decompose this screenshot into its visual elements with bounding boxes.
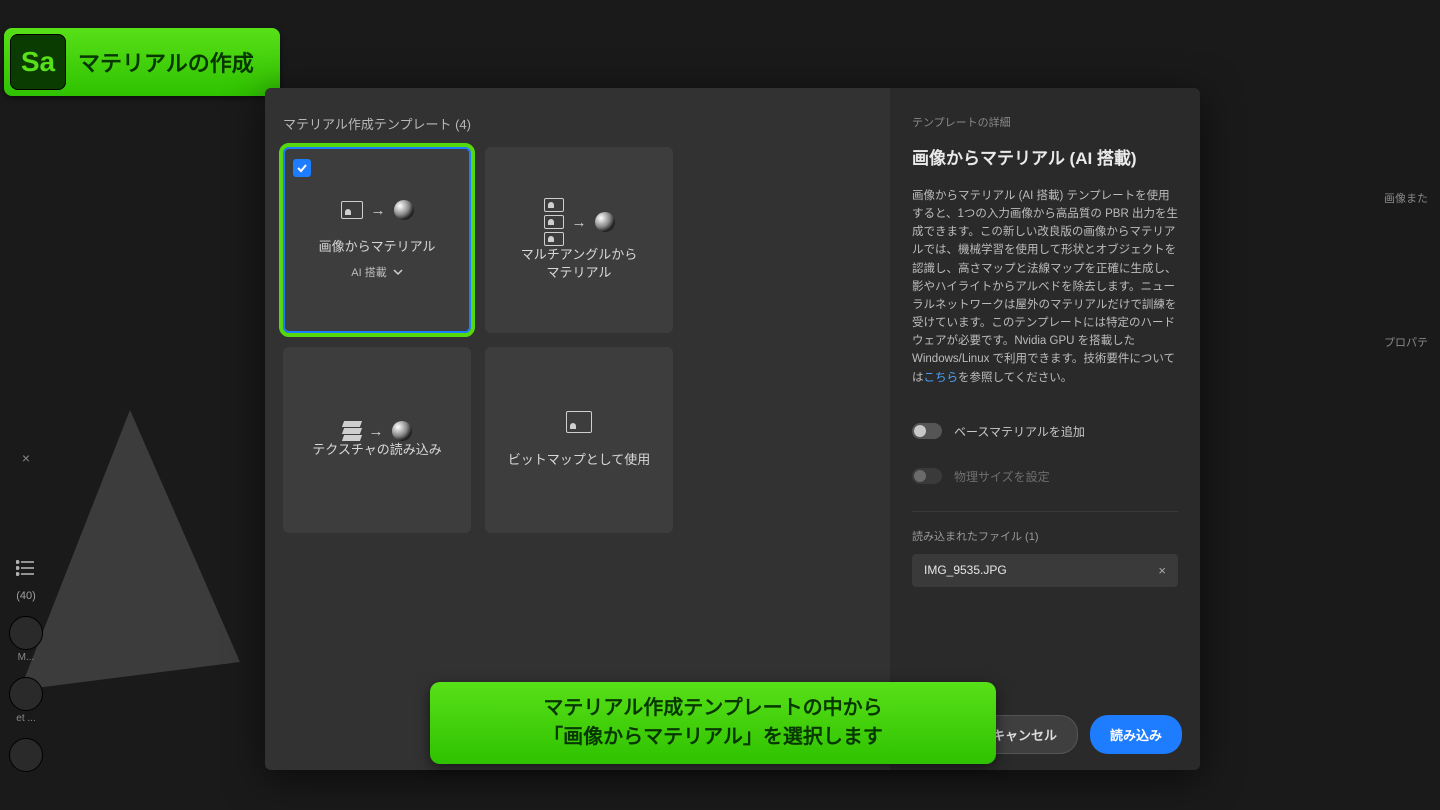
details-title: 画像からマテリアル (AI 搭載) [912, 144, 1178, 169]
file-chip: IMG_9535.JPG × [912, 554, 1178, 587]
toggle-physical-size: 物理サイズを設定 [912, 468, 1178, 485]
list-icon[interactable] [16, 560, 36, 576]
toggle-switch [912, 468, 942, 484]
toggle-switch[interactable] [912, 423, 942, 439]
right-label-1: 画像また [1384, 190, 1440, 206]
material-dialog: マテリアル作成テンプレート (4) → 画像からマテリアル AI 搭載 → [265, 88, 1200, 770]
card-title: マルチアングルから マテリアル [521, 246, 637, 281]
template-card-texture-import[interactable]: → テクスチャの読み込み [283, 347, 471, 533]
template-pane: マテリアル作成テンプレート (4) → 画像からマテリアル AI 搭載 → [265, 88, 890, 770]
card-icon: → [544, 198, 615, 246]
card-icon: → [341, 200, 414, 220]
details-header: テンプレートの詳細 [912, 114, 1178, 130]
knob-1-label: M... [18, 652, 35, 663]
template-grid: → 画像からマテリアル AI 搭載 → マルチアングルから マテリアル → [283, 147, 872, 533]
card-subtitle[interactable]: AI 搭載 [351, 264, 402, 280]
card-icon [566, 411, 592, 433]
knob-3[interactable] [9, 738, 43, 772]
card-title: テクスチャの読み込み [312, 441, 441, 459]
knob-1[interactable] [9, 616, 43, 650]
file-name: IMG_9535.JPG [924, 563, 1007, 577]
left-rail: × (40) M... et ... [0, 0, 52, 810]
chevron-down-icon [393, 267, 403, 277]
dialog-footer: キャンセル 読み込み [971, 715, 1182, 754]
import-button[interactable]: 読み込み [1090, 715, 1182, 754]
tutorial-badge-text: マテリアルの作成 [78, 46, 254, 78]
left-count: (40) [16, 590, 36, 602]
close-icon[interactable]: × [22, 450, 30, 466]
template-card-image-to-material[interactable]: → 画像からマテリアル AI 搭載 [283, 147, 471, 333]
right-label-2: プロパテ [1384, 334, 1440, 350]
tutorial-badge-top: Sa マテリアルの作成 [4, 28, 280, 96]
files-header: 読み込まれたファイル (1) [912, 528, 1178, 544]
divider [912, 511, 1178, 512]
selected-check-icon [293, 159, 311, 177]
card-title: ビットマップとして使用 [508, 451, 651, 469]
template-header: マテリアル作成テンプレート (4) [283, 114, 872, 133]
remove-file-icon[interactable]: × [1158, 563, 1166, 578]
toggle-base-material[interactable]: ベースマテリアルを追加 [912, 423, 1178, 440]
card-icon: → [343, 421, 412, 441]
knob-2-label: et ... [16, 713, 35, 724]
toggle-label: ベースマテリアルを追加 [954, 423, 1085, 440]
tutorial-banner-bottom: マテリアル作成テンプレートの中から 「画像からマテリアル」を選択します [430, 682, 996, 764]
background-geometry [20, 410, 240, 690]
template-card-bitmap[interactable]: ビットマップとして使用 [485, 347, 673, 533]
details-body: 画像からマテリアル (AI 搭載) テンプレートを使用すると、1つの入力画像から… [912, 187, 1178, 387]
app-icon: Sa [10, 34, 66, 90]
toggle-label: 物理サイズを設定 [954, 468, 1050, 485]
right-rail: 画像また プロパテ [1384, 40, 1440, 350]
details-pane: テンプレートの詳細 画像からマテリアル (AI 搭載) 画像からマテリアル (A… [890, 88, 1200, 770]
card-title: 画像からマテリアル [319, 238, 436, 256]
template-card-multi-angle[interactable]: → マルチアングルから マテリアル [485, 147, 673, 333]
details-link[interactable]: こちら [924, 372, 959, 384]
knob-2[interactable] [9, 677, 43, 711]
